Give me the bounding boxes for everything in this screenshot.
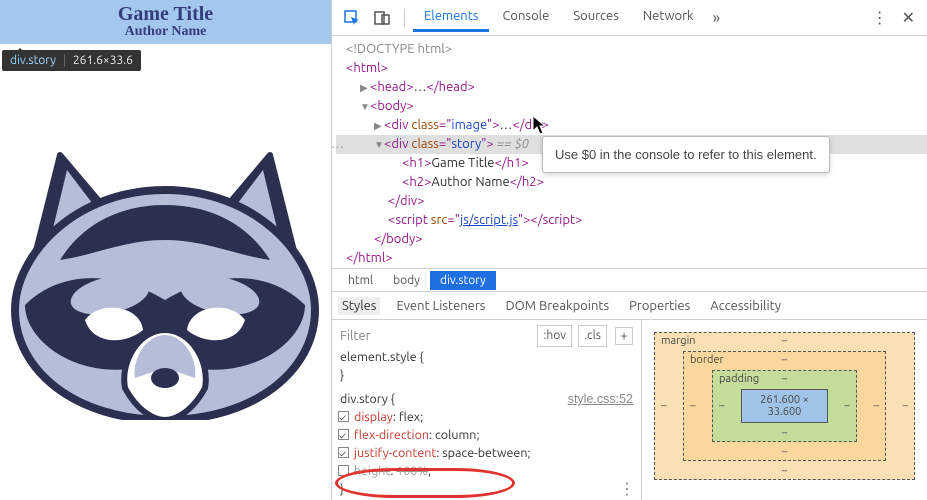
ellipsis: …	[414, 80, 427, 94]
prop-name[interactable]: height	[354, 464, 390, 478]
tab-accessibility[interactable]: Accessibility	[706, 297, 785, 315]
h1-textnode: Game Title	[431, 156, 494, 170]
prop-toggle[interactable]	[338, 411, 349, 422]
box-model-margin[interactable]: margin – – – – border – – – – padding –	[654, 332, 915, 480]
tab-event-listeners[interactable]: Event Listeners	[392, 297, 489, 315]
tab-styles[interactable]: Styles	[338, 297, 380, 315]
prop-name[interactable]: flex-direction	[354, 428, 429, 442]
tab-properties[interactable]: Properties	[625, 297, 694, 315]
device-toggle-icon[interactable]	[372, 8, 392, 28]
prop-val[interactable]: 100%	[396, 464, 428, 478]
tab-dom-breakpoints[interactable]: DOM Breakpoints	[501, 297, 613, 315]
prop-val[interactable]: flex	[399, 410, 420, 424]
h2-textnode: Author Name	[431, 175, 509, 189]
close-icon[interactable]: ✕	[896, 4, 921, 31]
class-val: image	[451, 118, 487, 132]
breadcrumb-html[interactable]: html	[338, 271, 383, 290]
dollar-zero-tooltip: Use $0 in the console to refer to this e…	[542, 136, 830, 173]
prop-toggle[interactable]	[338, 465, 349, 476]
dollar-zero-hint: == $0	[497, 137, 529, 151]
dom-tree[interactable]: <!DOCTYPE html> <html> <head>…</head> <b…	[332, 36, 927, 268]
rule-menu-icon[interactable]: ⋮	[619, 480, 635, 498]
rule-source-link[interactable]: style.css:52	[568, 390, 633, 408]
border-label: border	[690, 354, 724, 366]
breadcrumb: html body div.story	[332, 268, 927, 292]
box-model-content[interactable]: 261.600 × 33.600	[741, 389, 828, 423]
prop-name[interactable]: justify-content	[354, 446, 436, 460]
script-src[interactable]: js/script.js	[460, 213, 518, 227]
hov-toggle[interactable]: :hov	[537, 325, 572, 347]
rule-selector[interactable]: div.story {	[340, 392, 395, 406]
styles-pane[interactable]: Filter :hov .cls + element.style { } sty…	[332, 320, 642, 500]
author-name-heading: Author Name	[0, 24, 331, 41]
selector-dims: 261.6×33.6	[64, 54, 133, 67]
styles-tabbar: Styles Event Listeners DOM Breakpoints P…	[332, 292, 927, 320]
box-model-pane: margin – – – – border – – – – padding –	[642, 320, 927, 500]
tab-elements[interactable]: Elements	[413, 3, 489, 32]
tab-sources[interactable]: Sources	[562, 3, 630, 32]
page-preview: Game Title Author Name div.story 261.6×3…	[0, 0, 331, 500]
prop-name[interactable]: display	[354, 410, 393, 424]
hero-image	[5, 110, 325, 430]
element-style-close: }	[340, 366, 633, 384]
selector-tag: div	[10, 54, 25, 67]
inspect-icon[interactable]	[342, 8, 362, 28]
tab-console[interactable]: Console	[491, 3, 560, 32]
prop-val[interactable]: column	[435, 428, 476, 442]
breadcrumb-body[interactable]: body	[383, 271, 430, 290]
selector-class: .story	[25, 54, 55, 67]
prop-toggle[interactable]	[338, 447, 349, 458]
box-model-padding[interactable]: padding – – – – 261.600 × 33.600	[712, 370, 857, 442]
box-model-border[interactable]: border – – – – padding – – – – 261.600 ×…	[683, 351, 886, 461]
raccoon-icon	[5, 120, 325, 420]
more-tabs-icon[interactable]: »	[707, 5, 727, 31]
margin-label: margin	[661, 335, 696, 347]
devtools-tabbar: Elements Console Sources Network » ⋮ ✕	[332, 0, 927, 36]
padding-label: padding	[719, 373, 759, 385]
kebab-menu-icon[interactable]: ⋮	[866, 4, 894, 31]
prop-toggle[interactable]	[338, 429, 349, 440]
prop-val[interactable]: space-between	[442, 446, 527, 460]
story-banner: Game Title Author Name	[0, 0, 331, 44]
breadcrumb-divstory[interactable]: div.story	[430, 271, 496, 290]
add-rule-button[interactable]: +	[615, 327, 633, 345]
element-style-selector[interactable]: element.style {	[340, 348, 633, 366]
cls-toggle[interactable]: .cls	[578, 325, 607, 347]
game-title-heading: Game Title	[0, 4, 331, 24]
element-measure-tooltip: div.story 261.6×33.6	[2, 50, 141, 71]
rule-close: }	[340, 480, 633, 498]
tab-network[interactable]: Network	[632, 3, 705, 32]
styles-filter-input[interactable]: Filter	[340, 327, 371, 345]
divider	[404, 9, 405, 27]
class-val: story	[451, 137, 481, 151]
devtools-panel: Elements Console Sources Network » ⋮ ✕ <…	[331, 0, 927, 500]
